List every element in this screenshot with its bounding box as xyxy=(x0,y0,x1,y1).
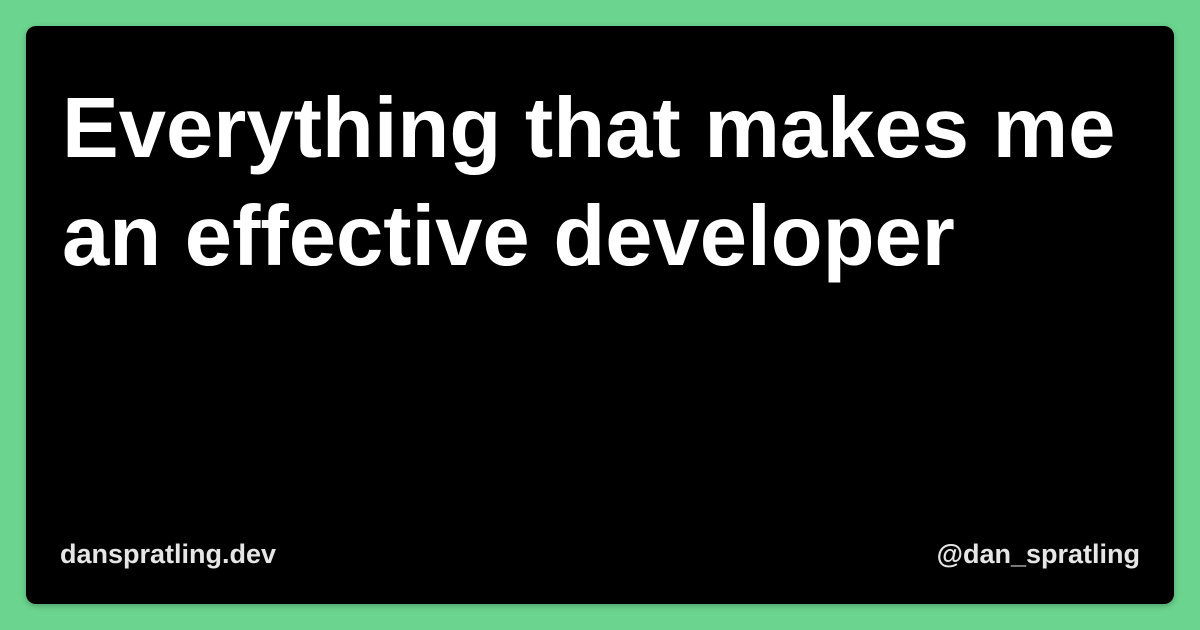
page-title: Everything that makes me an effective de… xyxy=(62,81,1116,284)
site-domain: danspratling.dev xyxy=(60,539,277,569)
social-card: Everything that makes me an effective de… xyxy=(26,26,1174,604)
author-handle: @dan_spratling xyxy=(936,539,1140,569)
